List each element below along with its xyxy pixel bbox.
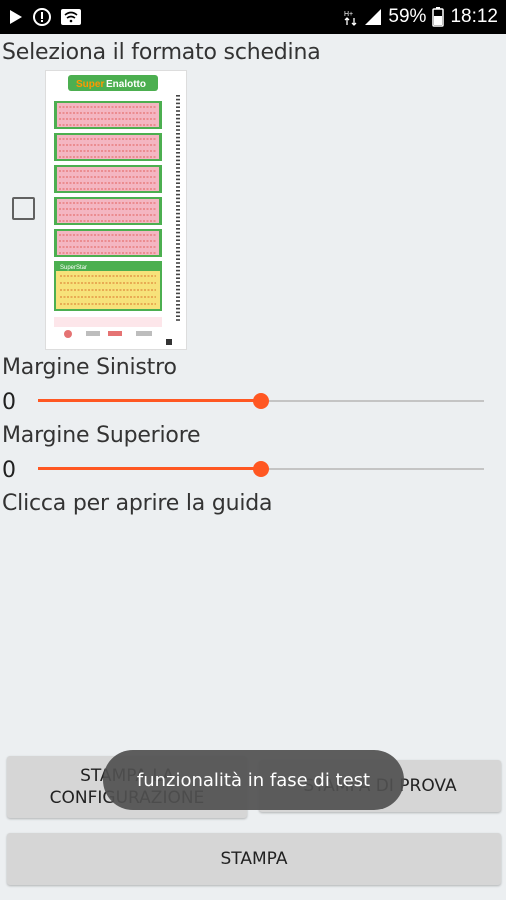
print-button[interactable]: STAMPA (7, 833, 501, 885)
svg-text:H+: H+ (344, 11, 353, 18)
format-label: Seleziona il formato schedina (2, 40, 321, 65)
slider-thumb[interactable] (253, 461, 269, 477)
clock: 18:12 (450, 6, 498, 27)
status-right-icons: H+ 59% 18:12 (344, 6, 498, 28)
notification-icon (32, 7, 52, 27)
margin-top-slider[interactable] (38, 457, 484, 481)
play-icon (8, 8, 24, 26)
margin-left-value: 0 (2, 390, 16, 415)
margin-top-value: 0 (2, 458, 16, 483)
status-bar: H+ 59% 18:12 (0, 0, 506, 34)
wifi-icon (60, 7, 82, 27)
toast-message: funzionalità in fase di test (103, 750, 404, 810)
battery-percent: 59% (388, 6, 427, 27)
margin-left-label: Margine Sinistro (2, 355, 177, 380)
battery-icon (432, 7, 445, 27)
ticket-format-checkbox[interactable] (12, 197, 35, 220)
guide-link[interactable]: Clicca per aprire la guida (2, 491, 273, 516)
slider-thumb[interactable] (253, 393, 269, 409)
ticket-brand-super: Super (76, 79, 104, 90)
superenalotto-ticket-image[interactable]: Super Enalotto SuperStar (45, 70, 187, 350)
signal-icon (364, 8, 382, 26)
ticket-brand-rest: Enalotto (106, 79, 146, 90)
data-arrows-icon: H+ (344, 8, 358, 26)
ticket-star-label: SuperStar (60, 265, 87, 271)
status-left-icons (8, 7, 82, 27)
slider-track-fill (38, 467, 261, 470)
margin-top-label: Margine Superiore (2, 423, 201, 448)
slider-track-fill (38, 399, 261, 402)
margin-left-slider[interactable] (38, 389, 484, 413)
